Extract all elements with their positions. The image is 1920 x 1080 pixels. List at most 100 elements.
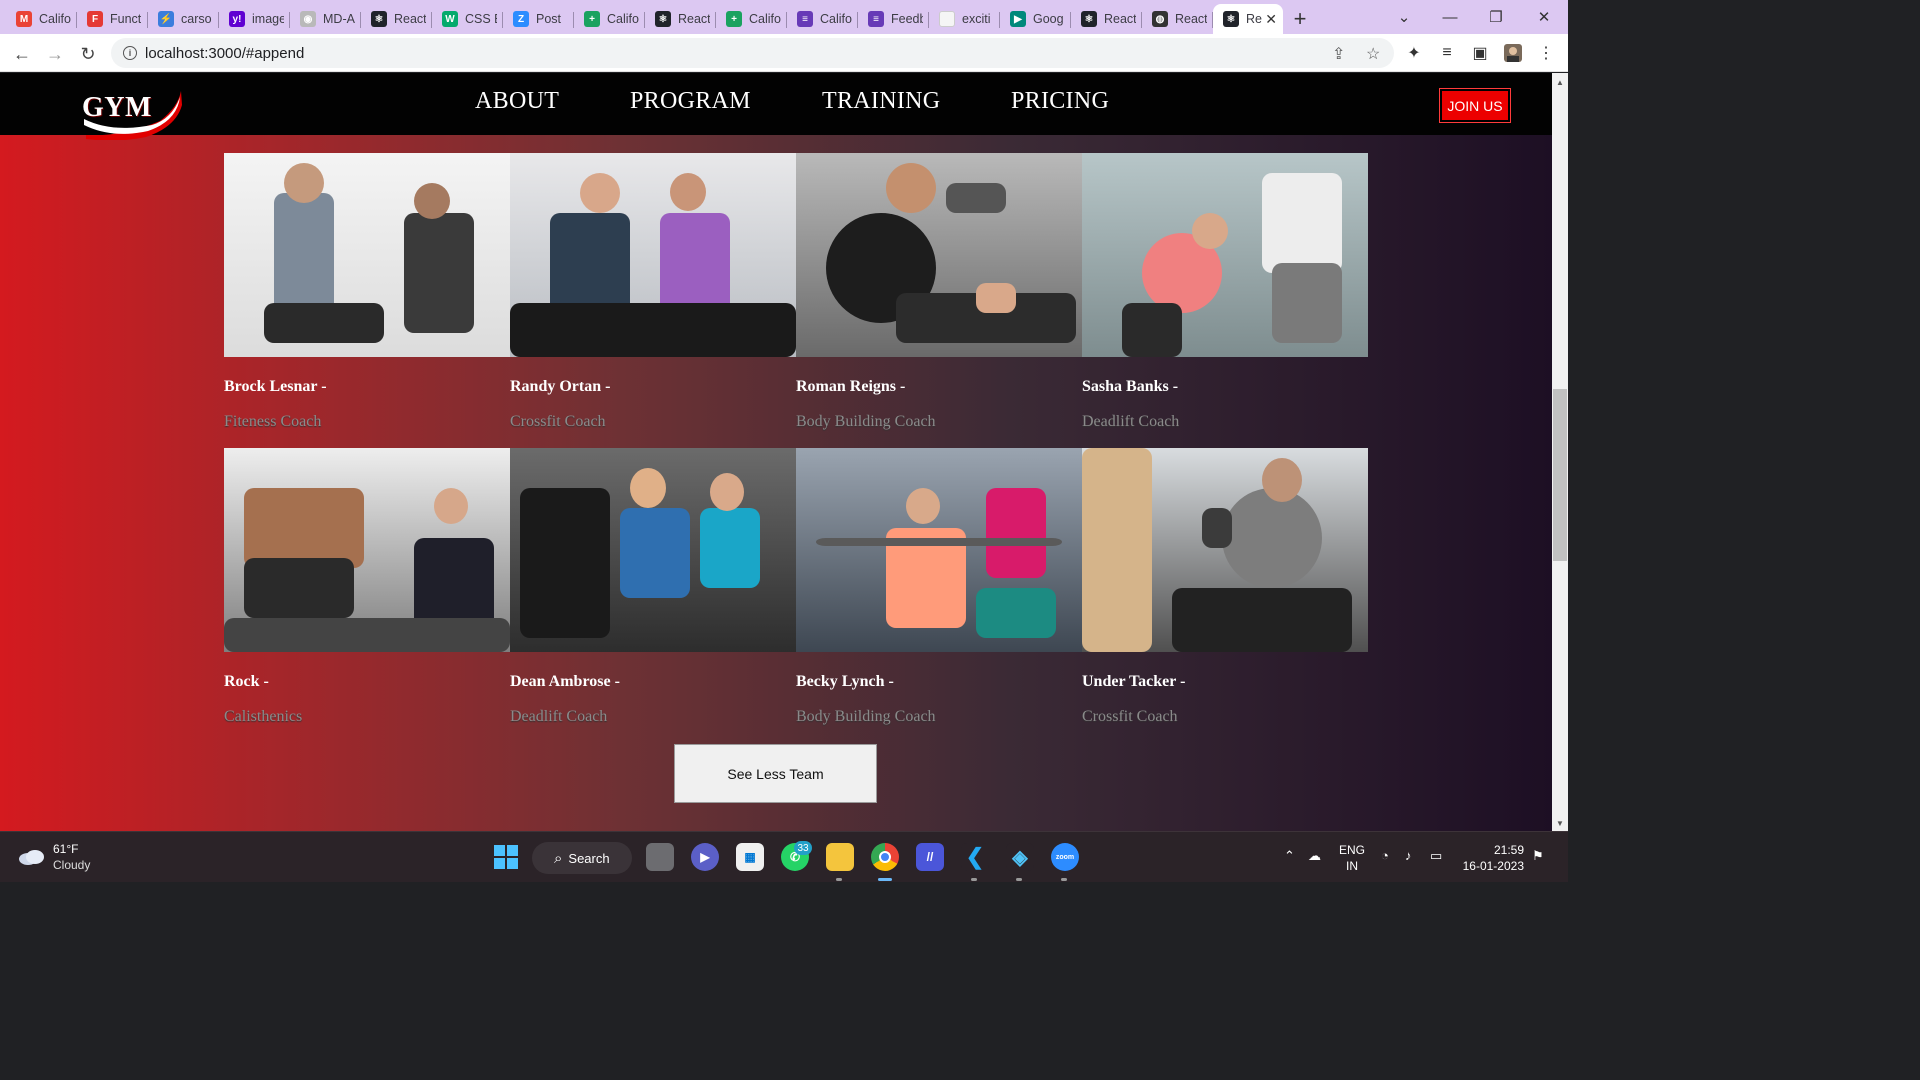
- shield-icon: F: [87, 11, 103, 27]
- browser-tab[interactable]: ≡ Califo: [787, 4, 858, 34]
- close-window-button[interactable]: ✕: [1521, 0, 1567, 34]
- minimize-button[interactable]: —: [1427, 0, 1473, 34]
- new-tab-button[interactable]: +: [1283, 4, 1317, 34]
- site-info-icon[interactable]: i: [123, 46, 137, 60]
- system-clock[interactable]: 21:59 16-01-2023: [1462, 842, 1524, 874]
- team-member-role: Deadlift Coach: [510, 708, 608, 725]
- nav-program[interactable]: PROGRAM: [630, 88, 751, 115]
- profile-avatar[interactable]: [1503, 42, 1523, 64]
- tab-title: React: [1104, 12, 1136, 26]
- notes-app-icon[interactable]: //: [916, 843, 944, 871]
- trainer-helping-barbell-photo: [796, 448, 1082, 652]
- task-view-icon[interactable]: [646, 843, 674, 871]
- browser-tab[interactable]: ◍ React: [1142, 4, 1213, 34]
- close-tab-icon[interactable]: ✕: [1265, 11, 1277, 28]
- browser-menu-icon[interactable]: ⋮: [1536, 42, 1556, 64]
- browser-tab[interactable]: y! image: [219, 4, 290, 34]
- browser-tab[interactable]: ▶ Goog: [1000, 4, 1071, 34]
- tab-title: React: [678, 12, 710, 26]
- team-member-role: Body Building Coach: [796, 413, 936, 430]
- see-less-team-button[interactable]: See Less Team: [674, 744, 877, 803]
- cloud-weather-icon[interactable]: [18, 849, 46, 865]
- nav-about[interactable]: ABOUT: [475, 88, 559, 115]
- site-logo[interactable]: GYM: [82, 92, 152, 124]
- join-us-button[interactable]: JOIN US: [1439, 88, 1511, 123]
- bookmark-star-icon[interactable]: ☆: [1366, 44, 1380, 64]
- clock-date: 16-01-2023: [1462, 859, 1524, 873]
- url-text[interactable]: localhost:3000/#append: [145, 45, 304, 62]
- scroll-down-icon[interactable]: ▼: [1552, 815, 1568, 831]
- browser-tab[interactable]: ⚛ React: [645, 4, 716, 34]
- browser-tab[interactable]: ⚛ React: [1071, 4, 1142, 34]
- input-language-indicator[interactable]: ENG IN: [1339, 842, 1365, 874]
- tab-search-chevron-icon[interactable]: ⌄: [1381, 0, 1427, 34]
- zoom-icon[interactable]: zoom: [1051, 843, 1079, 871]
- tab-title: Goog: [1033, 12, 1064, 26]
- browser-tab[interactable]: + Califo: [574, 4, 645, 34]
- vscode-icon[interactable]: ❮: [961, 843, 989, 871]
- github-icon: ◉: [300, 11, 316, 27]
- team-member-name: Rock -: [224, 673, 269, 690]
- browser-tab[interactable]: F Funct: [77, 4, 148, 34]
- scrollbar-thumb[interactable]: [1553, 389, 1567, 561]
- microsoft-store-icon[interactable]: ▦: [736, 843, 764, 871]
- browser-tab[interactable]: ◉ MD-A: [290, 4, 361, 34]
- tab-title: image: [252, 12, 284, 26]
- browser-tab[interactable]: W CSS E: [432, 4, 503, 34]
- team-member-name: Brock Lesnar -: [224, 378, 327, 395]
- tab-title: Feedb: [891, 12, 923, 26]
- taskbar-search-button[interactable]: ⌕ Search: [532, 842, 632, 874]
- weather-description[interactable]: Cloudy: [53, 858, 90, 872]
- couple-on-exercise-bikes-photo: [510, 153, 796, 357]
- back-arrow-icon[interactable]: ←: [9, 41, 35, 67]
- browser-tab[interactable]: M Califo: [6, 4, 77, 34]
- tray-expand-chevron-icon[interactable]: ⌃: [1284, 848, 1295, 864]
- forward-arrow-icon[interactable]: →: [42, 41, 68, 67]
- git-tool-icon[interactable]: ◈: [1006, 843, 1034, 871]
- weather-temperature[interactable]: 61°F: [53, 842, 78, 856]
- team-member-name: Sasha Banks -: [1082, 378, 1179, 395]
- team-member-role: Crossfit Coach: [510, 413, 606, 430]
- browser-tab-strip: M Califo F Funct ⚡ carso y! image ◉ MD-A ⚛ React W CS…: [0, 0, 1568, 34]
- react-icon: ⚛: [371, 11, 387, 27]
- zoom-z-icon: Z: [513, 11, 529, 27]
- chrome-icon[interactable]: [871, 843, 899, 871]
- tab-list: M Califo F Funct ⚡ carso y! image ◉ MD-A ⚛ React W CS…: [6, 4, 1283, 34]
- extensions-puzzle-icon[interactable]: ✦: [1404, 42, 1424, 64]
- browser-tab[interactable]: exciti: [929, 4, 1000, 34]
- file-explorer-icon[interactable]: [826, 843, 854, 871]
- tab-title: Funct: [110, 12, 142, 26]
- tab-title: CSS E: [465, 12, 497, 26]
- volume-icon[interactable]: ♪: [1405, 848, 1412, 863]
- media-queue-icon[interactable]: ≡: [1437, 42, 1457, 64]
- forms-icon: ≡: [797, 11, 813, 27]
- browser-tab[interactable]: + Califo: [716, 4, 787, 34]
- side-panel-icon[interactable]: ▣: [1470, 42, 1490, 64]
- trainer-with-clipboard-photo: [1082, 153, 1368, 357]
- nav-training[interactable]: TRAINING: [822, 88, 940, 115]
- blank-page-icon: [939, 11, 955, 27]
- site-navbar: GYM ABOUT PROGRAM TRAINING PRICING JOIN …: [0, 73, 1552, 140]
- notification-bell-icon[interactable]: ⚑: [1532, 848, 1544, 864]
- chrome-active-indicator: [878, 878, 892, 881]
- nav-pricing[interactable]: PRICING: [1011, 88, 1109, 115]
- yahoo-icon: y!: [229, 11, 245, 27]
- bolt-icon: ⚡: [158, 11, 174, 27]
- dumbbell-row-and-lunge-photo: [224, 448, 510, 652]
- restore-button[interactable]: ❐: [1473, 0, 1519, 34]
- battery-icon[interactable]: ▭: [1430, 848, 1442, 864]
- wifi-icon[interactable]: ◔: [1381, 848, 1389, 863]
- browser-tab[interactable]: Z Post: [503, 4, 574, 34]
- share-icon[interactable]: ⇪: [1332, 44, 1345, 64]
- browser-tab[interactable]: ⚛ Re ✕: [1213, 4, 1283, 34]
- browser-tab[interactable]: ≡ Feedb: [858, 4, 929, 34]
- reload-icon[interactable]: ↻: [75, 41, 101, 67]
- windows-start-icon[interactable]: [492, 843, 520, 871]
- scroll-up-icon[interactable]: ▲: [1552, 74, 1568, 90]
- onedrive-cloud-icon[interactable]: ☁: [1308, 848, 1321, 864]
- address-bar[interactable]: i localhost:3000/#append: [111, 38, 1394, 68]
- browser-tab[interactable]: ⚛ React: [361, 4, 432, 34]
- tab-title: Califo: [39, 12, 71, 26]
- browser-tab[interactable]: ⚡ carso: [148, 4, 219, 34]
- teams-chat-icon[interactable]: ▶: [691, 843, 719, 871]
